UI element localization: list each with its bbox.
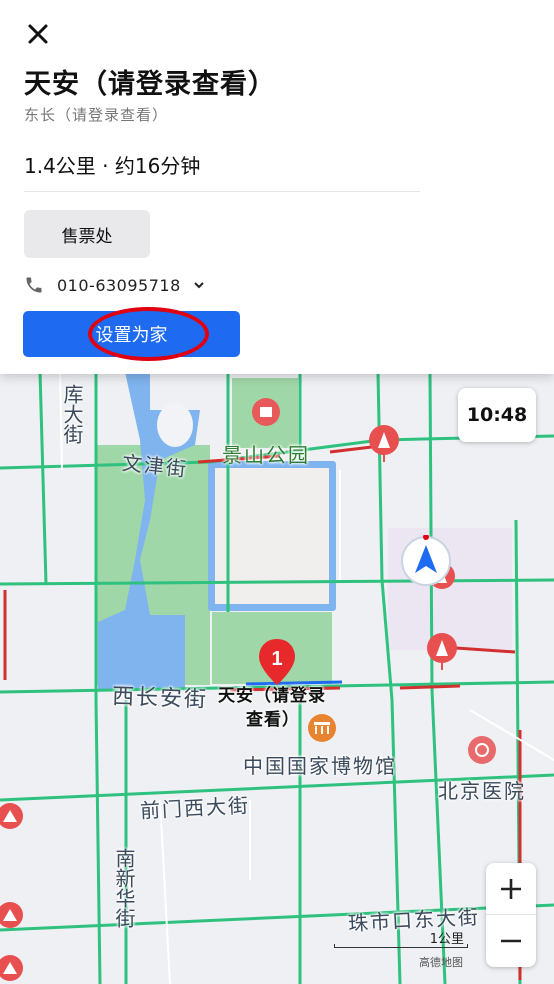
street-label: 前门西大街 xyxy=(139,793,251,823)
poi-map-title: 查看） xyxy=(246,710,300,730)
close-button[interactable] xyxy=(22,18,54,50)
island xyxy=(157,403,193,447)
distance-info: 1.4公里 · 约16分钟 xyxy=(24,154,201,178)
zoom-in-button[interactable] xyxy=(486,863,536,915)
street-label: 南新华街 xyxy=(112,848,136,928)
time-display: 10:48 xyxy=(458,388,536,442)
zoom-out-button[interactable] xyxy=(486,915,536,967)
poi-subtitle: 东长（请登录查看） xyxy=(24,106,169,124)
zoom-control xyxy=(486,863,536,967)
mountain-pin-icon xyxy=(0,803,23,981)
street-label: 文津街 xyxy=(120,450,190,482)
hospital-label: 北京医院 xyxy=(438,779,526,803)
phone-number: 010-63095718 xyxy=(57,275,181,295)
street-label: 西长安街 xyxy=(111,684,209,713)
poi-pin-icon xyxy=(252,398,280,426)
map-watermark: 高德地图 xyxy=(419,956,463,969)
traffic-cone-icon xyxy=(369,425,399,462)
museum-label: 中国国家博物馆 xyxy=(243,754,397,778)
poi-title: 天安（请登录查看） xyxy=(24,69,276,100)
close-icon xyxy=(28,24,48,44)
poi-detail-card: 天安（请登录查看） 东长（请登录查看） 1.4公里 · 约16分钟 售票处 01… xyxy=(0,0,554,374)
set-as-home-button[interactable]: 设置为家 xyxy=(23,311,240,357)
current-location-icon[interactable] xyxy=(400,535,452,587)
map-scale: 1公里 xyxy=(334,926,468,948)
park-label: 景山公园 xyxy=(222,443,310,467)
hospital-pin-icon xyxy=(468,736,496,764)
museum-pin-icon xyxy=(308,714,336,742)
chevron-down-icon xyxy=(194,282,204,289)
plus-icon xyxy=(501,878,521,899)
scale-bar xyxy=(334,944,468,948)
ticket-office-button[interactable]: 售票处 xyxy=(24,210,150,258)
phone-row[interactable]: 010-63095718 xyxy=(24,272,205,298)
minus-icon xyxy=(501,939,521,943)
marker-number: 1 xyxy=(271,648,282,670)
phone-icon xyxy=(26,277,42,293)
divider xyxy=(24,191,420,192)
selected-poi-marker[interactable]: 1 xyxy=(258,637,296,687)
poi-map-title: 天安（请登录 xyxy=(218,686,326,706)
street-label: 库大街 xyxy=(60,384,84,444)
